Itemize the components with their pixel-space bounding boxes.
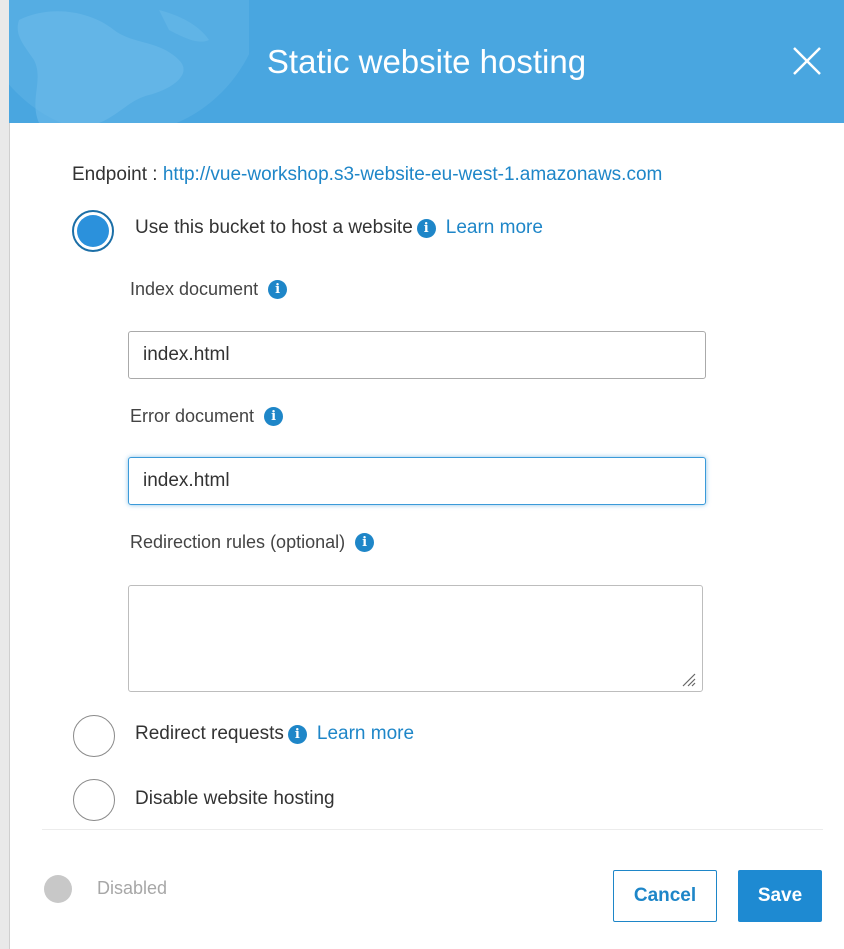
status-indicator-icon (44, 875, 72, 903)
option-host-label: Use this bucket to host a website (135, 217, 413, 238)
footer-divider (42, 829, 823, 830)
index-document-input[interactable] (128, 331, 706, 379)
radio-disable-hosting[interactable] (73, 779, 115, 821)
save-button[interactable]: Save (738, 870, 822, 922)
endpoint-row: Endpoint : http://vue-workshop.s3-websit… (72, 163, 662, 187)
close-icon[interactable] (790, 44, 824, 78)
error-document-label: Error document (130, 406, 255, 426)
info-icon[interactable]: i (268, 279, 288, 299)
option-host-website: Use this bucket to host a website i Lear… (135, 216, 543, 240)
error-document-label-row: Error document i (130, 404, 284, 428)
modal-title: Static website hosting (266, 43, 587, 80)
option-disable-label: Disable website hosting (135, 788, 335, 809)
info-icon[interactable]: i (264, 406, 284, 426)
status-text: Disabled (97, 878, 168, 898)
radio-redirect-requests[interactable] (73, 715, 115, 757)
info-icon[interactable]: i (355, 532, 375, 552)
option-redirect-requests: Redirect requests i Learn more (135, 722, 414, 746)
index-document-label-row: Index document i (130, 277, 288, 301)
error-document-input[interactable] (128, 457, 706, 505)
endpoint-label: Endpoint : (72, 164, 158, 185)
option-disable-hosting: Disable website hosting (135, 787, 335, 811)
index-document-label: Index document (130, 279, 259, 299)
info-icon[interactable]: i (287, 724, 307, 744)
radio-host-website[interactable] (72, 210, 114, 252)
info-icon[interactable]: i (416, 218, 436, 238)
modal-header: Static website hosting (9, 0, 844, 123)
cancel-button[interactable]: Cancel (613, 870, 717, 922)
endpoint-link[interactable]: http://vue-workshop.s3-website-eu-west-1… (163, 164, 662, 185)
radio-selected-dot (77, 215, 109, 247)
learn-more-link-host[interactable]: Learn more (446, 216, 543, 240)
redirection-rules-textarea[interactable] (128, 585, 703, 692)
redirection-rules-label: Redirection rules (optional) (130, 532, 346, 552)
redirection-rules-label-row: Redirection rules (optional) i (130, 530, 375, 554)
window-edge (0, 0, 10, 949)
resize-grip-icon[interactable] (679, 670, 697, 688)
learn-more-link-redirect[interactable]: Learn more (317, 722, 414, 746)
option-redirect-label: Redirect requests (135, 723, 284, 744)
